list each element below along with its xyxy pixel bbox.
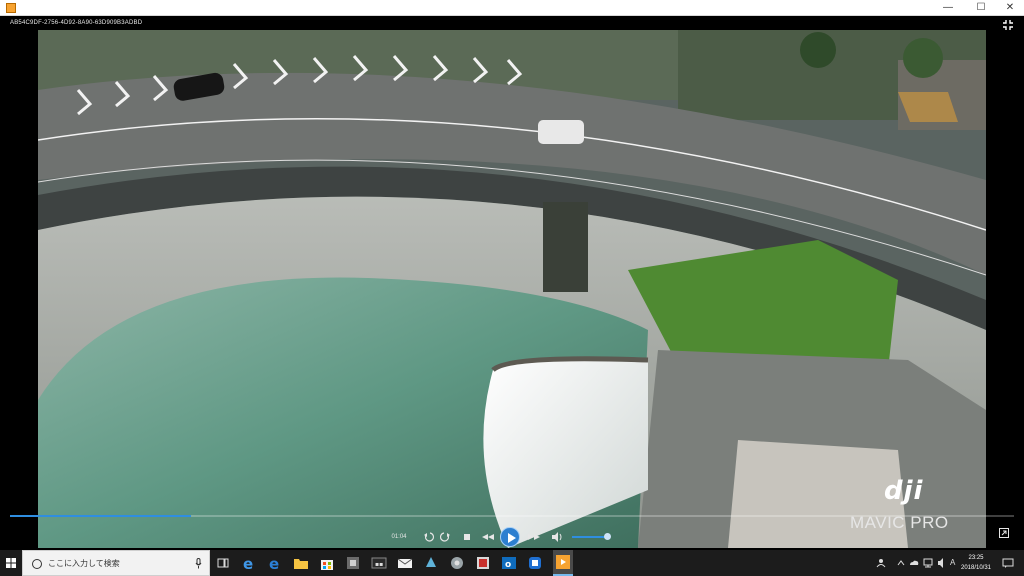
onedrive-icon[interactable]	[908, 550, 920, 576]
media-player-icon	[556, 555, 570, 569]
app-icon	[6, 3, 16, 13]
svg-text:▪▪: ▪▪	[375, 561, 383, 568]
playback-controls: 01:04	[378, 526, 618, 548]
app-icon-2[interactable]: ▪▪	[370, 554, 388, 572]
search-placeholder: ここに入力して検索	[48, 559, 120, 568]
taskbar-active-app[interactable]	[553, 550, 573, 576]
popout-icon[interactable]	[999, 528, 1009, 538]
play-icon	[508, 533, 516, 543]
volume-slider[interactable]	[572, 536, 608, 538]
video-player: AB54C9DF-2756-4D92-8A90-63D909B3ADBD 01:…	[0, 16, 1024, 550]
chevron-up-icon[interactable]	[896, 550, 906, 576]
rotate-left-icon[interactable]	[422, 526, 436, 548]
cortana-icon	[32, 559, 42, 569]
volume-slider-handle[interactable]	[604, 533, 611, 540]
seek-bar-fill	[10, 515, 191, 517]
model-watermark: MAVIC PRO	[850, 513, 949, 532]
outlook-icon[interactable]: o	[500, 554, 518, 572]
svg-text:o: o	[505, 560, 511, 570]
svg-text:e: e	[269, 555, 279, 572]
clock-time: 23:25	[968, 555, 984, 561]
fullscreen-icon[interactable]	[1002, 19, 1014, 31]
app-icon-6[interactable]	[526, 554, 544, 572]
minimize-button[interactable]: —	[933, 0, 963, 16]
volume-icon[interactable]	[550, 526, 564, 548]
notifications-icon[interactable]	[1002, 557, 1014, 569]
store-icon[interactable]	[318, 554, 336, 572]
video-image	[38, 30, 986, 548]
task-view-icon[interactable]	[214, 554, 232, 572]
app-icon-1[interactable]	[344, 554, 362, 572]
play-button[interactable]	[500, 527, 520, 547]
taskbar: ここに入力して検索 e e ▪▪ o A 23:25 2018/10/31	[0, 550, 1024, 576]
fast-forward-icon[interactable]	[526, 526, 542, 548]
dji-logo: dji	[884, 476, 924, 506]
close-button[interactable]: ✕	[995, 0, 1024, 16]
rewind-icon[interactable]	[480, 526, 496, 548]
file-name: AB54C9DF-2756-4D92-8A90-63D909B3ADBD	[10, 20, 143, 26]
windows-start-icon[interactable]	[0, 550, 22, 576]
app-icon-3[interactable]	[422, 554, 440, 572]
mail-icon[interactable]	[396, 554, 414, 572]
people-icon[interactable]	[876, 550, 888, 576]
maximize-button[interactable]: ☐	[966, 0, 996, 16]
app-icon-4[interactable]	[448, 554, 466, 572]
rotate-right-icon[interactable]	[438, 526, 452, 548]
file-explorer-icon[interactable]	[292, 554, 310, 572]
current-time: 01:04	[391, 534, 407, 540]
microphone-icon[interactable]	[195, 558, 202, 569]
network-icon[interactable]	[922, 550, 934, 576]
speaker-icon[interactable]	[936, 550, 948, 576]
ie-icon[interactable]: e	[266, 554, 284, 572]
stop-icon[interactable]	[460, 526, 474, 548]
edge-icon[interactable]: e	[240, 554, 258, 572]
ime-indicator[interactable]: A	[950, 550, 958, 576]
window-title-bar: — ☐ ✕	[0, 0, 1024, 16]
svg-text:e: e	[243, 555, 253, 572]
taskbar-search-box[interactable]: ここに入力して検索	[22, 550, 210, 576]
video-frame[interactable]	[38, 30, 986, 548]
system-clock[interactable]: 23:25 2018/10/31	[958, 553, 994, 573]
app-icon-5[interactable]	[474, 554, 492, 572]
clock-date: 2018/10/31	[960, 565, 992, 571]
